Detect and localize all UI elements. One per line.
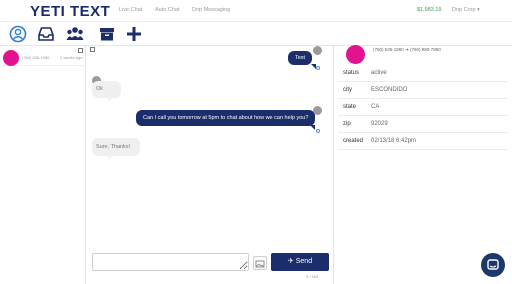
contact-phone-route: (760) 535-1980 ➔ (760) 990-7880: [373, 47, 441, 52]
inbox-icon[interactable]: [37, 25, 55, 43]
send-label: Send: [295, 258, 313, 265]
detail-label: state: [343, 104, 357, 110]
message-bubble-outgoing: Test: [288, 51, 313, 65]
chat-bubble-icon: [487, 259, 499, 270]
chat-panel: [86, 46, 334, 284]
bubble-tail: [108, 97, 113, 102]
detail-row-city: city ESCONDIDO: [338, 82, 508, 99]
nav-live-chat[interactable]: Live Chat: [119, 7, 142, 13]
conversation-list: (760) 535-1980 2 weeks ago: [0, 46, 86, 284]
groups-icon[interactable]: [66, 25, 84, 43]
bubble-tail: [310, 125, 315, 130]
detail-value: active: [371, 70, 387, 76]
support-chat-button[interactable]: [481, 253, 505, 277]
detail-label: city: [343, 87, 352, 93]
detail-label: created: [343, 138, 364, 144]
detail-label: zip: [343, 121, 351, 127]
bubble-tail: [108, 155, 113, 160]
delivered-status-icon: [316, 66, 320, 70]
nav-drip-messaging[interactable]: Drip Messaging: [192, 7, 230, 13]
conversation-item[interactable]: (760) 535-1980 2 weeks ago: [0, 46, 86, 66]
detail-value: CA: [371, 104, 380, 110]
nav-auto-chat[interactable]: Auto Chat: [155, 7, 179, 13]
sender-avatar: [313, 106, 322, 115]
message-bubble-outgoing: Can I call you tomorrow at 5pm to chat a…: [136, 110, 316, 126]
archive-icon[interactable]: [98, 25, 116, 43]
detail-label: status: [343, 70, 360, 76]
add-icon[interactable]: [125, 25, 143, 43]
conversation-time: 2 weeks ago: [60, 55, 83, 60]
send-button[interactable]: ✈ Send: [271, 253, 329, 271]
contacts-icon[interactable]: [9, 25, 27, 43]
character-counter: 0 / 160: [306, 274, 319, 279]
detail-row-created: created 02/13/18 6:42pm: [338, 133, 508, 150]
conversation-phone: (760) 535-1980: [22, 55, 50, 60]
image-icon: [255, 260, 265, 268]
send-icon: ✈: [287, 258, 294, 265]
delivered-status-icon: [316, 129, 320, 133]
detail-row-status: status active: [338, 65, 508, 82]
top-nav: YETI TEXT Live Chat Auto Chat Drip Messa…: [0, 0, 512, 22]
account-balance: $1,983.19: [417, 7, 442, 13]
expand-icon[interactable]: [78, 48, 83, 53]
attach-image-button[interactable]: [253, 256, 267, 270]
message-input[interactable]: [92, 253, 249, 271]
collapse-icon[interactable]: [90, 47, 95, 52]
detail-value: ESCONDIDO: [371, 87, 408, 93]
detail-value: 92029: [371, 121, 388, 127]
account-menu[interactable]: Drip Corp ▾: [452, 7, 480, 13]
sender-avatar: [313, 46, 322, 55]
message-bubble-incoming: Sure, Thanks!: [92, 138, 141, 156]
avatar: [346, 45, 365, 64]
detail-value: 02/13/18 6:42pm: [371, 138, 417, 144]
message-bubble-incoming: Ok: [92, 81, 122, 98]
detail-row-zip: zip 92029: [338, 116, 508, 133]
toolbar: [0, 22, 512, 46]
detail-row-state: state CA: [338, 99, 508, 116]
app-logo[interactable]: YETI TEXT: [30, 3, 110, 20]
avatar: [3, 50, 19, 66]
